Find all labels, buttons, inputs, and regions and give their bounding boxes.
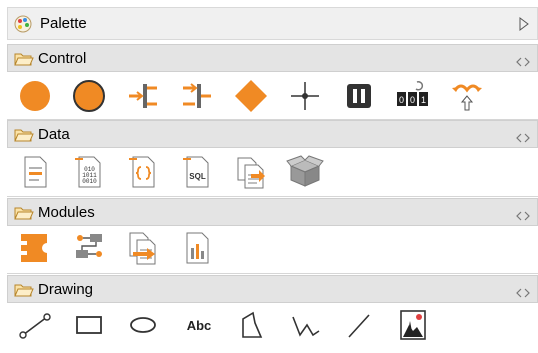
start-circle-icon[interactable]: [15, 76, 55, 116]
svg-text:1: 1: [421, 95, 426, 105]
section-tools-drawing: Abc: [7, 305, 538, 347]
line-icon[interactable]: [339, 305, 379, 345]
text-tool-label: Abc: [187, 318, 212, 333]
minimize-section-icon[interactable]: [515, 285, 531, 298]
folder-open-icon: [14, 205, 34, 221]
folder-open-icon: [14, 282, 34, 298]
section-tools-data: 010 1011 0010 SQL: [7, 152, 538, 194]
polyline-icon[interactable]: [285, 305, 325, 345]
section-label: Modules: [38, 204, 95, 221]
section-label: Data: [38, 126, 70, 143]
connector-line-icon[interactable]: [15, 305, 55, 345]
section-label: Control: [38, 50, 87, 67]
section-label: Drawing: [38, 281, 94, 298]
palette-logo-icon: [14, 15, 32, 33]
counter-icon[interactable]: 0 0 1: [393, 76, 433, 116]
loop-arrows-icon[interactable]: [447, 76, 487, 116]
rectangle-icon[interactable]: [69, 305, 109, 345]
section-header-drawing[interactable]: Drawing: [7, 275, 538, 303]
section-divider: [7, 273, 538, 274]
end-circle-icon[interactable]: [69, 76, 109, 116]
decision-diamond-icon[interactable]: [231, 76, 271, 116]
transform-document-icon[interactable]: [123, 228, 163, 268]
section-header-control[interactable]: Control: [7, 44, 538, 72]
svg-text:0010: 0010: [82, 178, 97, 185]
section-tools-modules: [7, 228, 538, 270]
ellipse-icon[interactable]: [123, 305, 163, 345]
section-tools-control: 0 0 1: [7, 76, 538, 118]
polygon-icon[interactable]: [231, 305, 271, 345]
folder-open-icon: [14, 51, 34, 67]
text-tool-icon[interactable]: Abc: [177, 305, 221, 345]
package-box-icon[interactable]: [285, 152, 325, 192]
svg-text:0: 0: [399, 95, 404, 105]
json-document-icon[interactable]: [123, 152, 163, 192]
minimize-section-icon[interactable]: [515, 208, 531, 221]
image-icon[interactable]: [393, 305, 433, 345]
binary-document-icon[interactable]: 010 1011 0010: [69, 152, 109, 192]
module-icon[interactable]: [15, 228, 55, 268]
collapse-triangle-icon[interactable]: [519, 17, 529, 31]
flowchart-icon[interactable]: [69, 228, 109, 268]
section-divider: [7, 196, 538, 197]
svg-text:SQL: SQL: [189, 172, 206, 181]
text-document-icon[interactable]: [15, 152, 55, 192]
pause-icon[interactable]: [339, 76, 379, 116]
folder-open-icon: [14, 127, 34, 143]
minimize-section-icon[interactable]: [515, 130, 531, 143]
sql-document-icon[interactable]: SQL: [177, 152, 217, 192]
merge-document-icon[interactable]: [231, 152, 271, 192]
join-icon[interactable]: [177, 76, 217, 116]
report-chart-icon[interactable]: [177, 228, 217, 268]
palette-title: Palette: [40, 15, 87, 32]
palette-titlebar: Palette: [7, 7, 538, 40]
svg-text:0: 0: [410, 95, 415, 105]
crosshair-icon[interactable]: [285, 76, 325, 116]
section-header-data[interactable]: Data: [7, 120, 538, 148]
section-header-modules[interactable]: Modules: [7, 198, 538, 226]
fork-icon[interactable]: [123, 76, 163, 116]
minimize-section-icon[interactable]: [515, 54, 531, 67]
